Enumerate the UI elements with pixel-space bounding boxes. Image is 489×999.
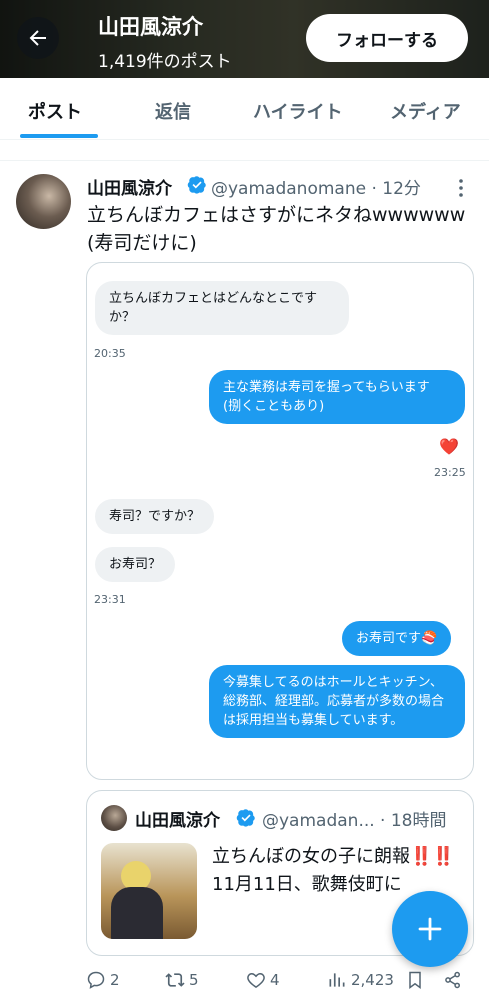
post-count: 1,419件のポスト: [98, 52, 232, 72]
bookmark-icon: [409, 971, 421, 989]
tweet-handle-time: @yamadanomane · 12分: [211, 179, 421, 199]
bar-chart-icon: [329, 973, 345, 987]
profile-name: 山田風涼介: [98, 15, 203, 39]
tweet-media-image[interactable]: 立ちんぼカフェとはどんなとこですか？ 20:35 主な業務は寿司を握ってもらいま…: [86, 262, 474, 780]
follow-button[interactable]: フォローする: [306, 14, 468, 62]
avatar[interactable]: [16, 174, 71, 229]
chat-message-outgoing: 今募集してるのはホールとキッチン、総務部、経理部。応募者が多数の場合は採用担当も…: [209, 665, 465, 738]
verified-badge-icon: [236, 809, 255, 827]
chat-message-incoming: 寿司？ですか？: [95, 499, 215, 534]
tab-posts[interactable]: ポスト: [28, 98, 82, 124]
quote-text-line1: 立ちんぼの女の子に朗報: [212, 846, 410, 867]
active-tab-indicator: [20, 134, 98, 138]
chat-message-outgoing: 主な業務は寿司を握ってもらいます (捌くこともあり): [209, 370, 465, 424]
reply-icon: [87, 971, 105, 989]
tweet-author-name[interactable]: 山田風涼介: [87, 174, 172, 199]
heart-icon: [247, 972, 265, 988]
tab-media[interactable]: メディア: [390, 98, 461, 124]
quote-handle-time: @yamadan... · 18時間: [262, 811, 447, 831]
plus-icon: [418, 917, 442, 941]
heart-reaction-icon: ❤️: [439, 437, 459, 456]
views-button[interactable]: 2,423: [327, 964, 394, 996]
like-count: 4: [270, 971, 280, 989]
post-divider: [0, 160, 489, 161]
chat-message-incoming: 立ちんぼカフェとはどんなとこですか？: [95, 281, 349, 335]
compose-post-button[interactable]: [392, 891, 468, 967]
reply-count: 2: [110, 971, 120, 989]
back-button[interactable]: [17, 17, 59, 59]
repost-count: 5: [189, 971, 199, 989]
repost-icon: [165, 973, 185, 987]
arrow-left-icon: [29, 30, 46, 46]
profile-tabs: ポスト 返信 ハイライト メディア: [0, 78, 489, 140]
chat-timestamp: 23:31: [94, 593, 126, 606]
share-icon: [445, 971, 460, 989]
reply-button[interactable]: 2: [86, 964, 120, 996]
quote-text-line2: 11月11日、歌舞伎町に: [212, 874, 402, 895]
chat-timestamp: 23:25: [434, 466, 466, 479]
chat-message-outgoing: お寿司です🍣: [342, 621, 452, 656]
tab-highlights[interactable]: ハイライト: [253, 98, 343, 124]
view-count: 2,423: [351, 971, 394, 989]
repost-button[interactable]: 5: [165, 964, 199, 996]
tweet-text: 立ちんぼカフェはさすがにネタねwwwwww (寿司だけに): [87, 204, 466, 254]
quote-avatar: [101, 805, 127, 831]
bookmark-button[interactable]: [405, 964, 425, 996]
previous-post-actions: [95, 141, 435, 149]
double-exclamation-icon: ‼️‼️: [410, 846, 455, 867]
chat-message-incoming: お寿司？: [95, 547, 176, 582]
tab-replies[interactable]: 返信: [155, 98, 191, 124]
tweet-action-bar: 2 5 4 2,423: [0, 964, 489, 999]
chat-timestamp: 20:35: [94, 347, 126, 360]
quote-author-name: 山田風涼介: [135, 811, 220, 831]
share-button[interactable]: [443, 964, 463, 996]
like-button[interactable]: 4: [246, 964, 280, 996]
quote-thumbnail-image: [101, 843, 197, 939]
more-options-icon[interactable]: [457, 178, 465, 198]
verified-badge-icon: [187, 176, 206, 194]
tabs-divider: [0, 139, 489, 140]
